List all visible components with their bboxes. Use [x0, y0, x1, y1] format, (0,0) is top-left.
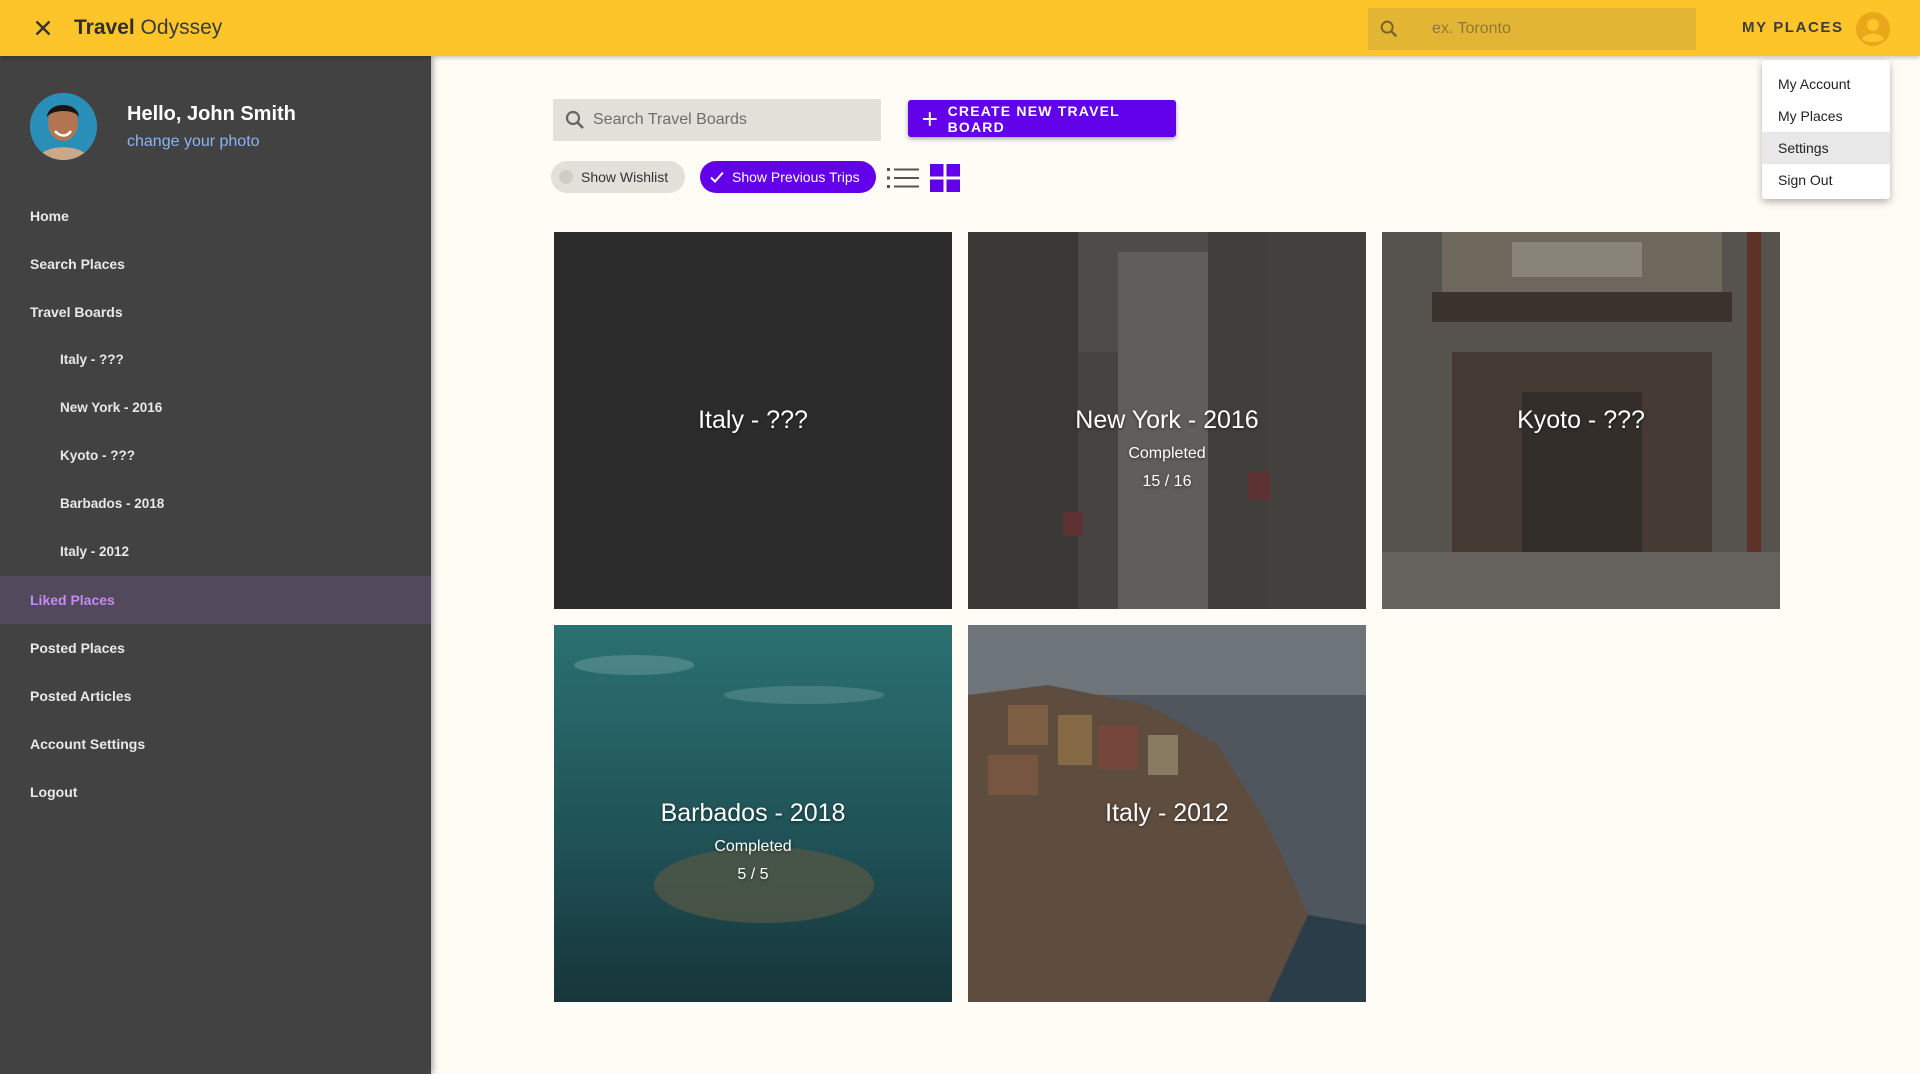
app-title-bold: Travel [74, 16, 135, 39]
sidebar-subitem-italy-2012[interactable]: Italy - 2012 [0, 528, 431, 576]
place-search-input[interactable] [1432, 16, 1682, 42]
travel-board-card[interactable]: Italy - 2012 [968, 625, 1366, 1002]
menu-item-sign-out[interactable]: Sign Out [1762, 164, 1890, 196]
sidebar-subitem-new-york-2016[interactable]: New York - 2016 [0, 384, 431, 432]
list-view-icon[interactable] [887, 164, 919, 192]
create-travel-board-button[interactable]: CREATE NEW TRAVEL BOARD [908, 100, 1176, 137]
show-previous-trips-chip[interactable]: Show Previous Trips [700, 161, 876, 193]
sidebar-subitem-barbados-2018[interactable]: Barbados - 2018 [0, 480, 431, 528]
user-greeting: Hello, John Smith [127, 103, 296, 125]
show-wishlist-chip[interactable]: Show Wishlist [551, 161, 685, 193]
show-previous-trips-label: Show Previous Trips [732, 169, 860, 185]
chip-unchecked-icon [559, 170, 573, 184]
menu-item-my-places[interactable]: My Places [1762, 100, 1890, 132]
sidebar-item-logout[interactable]: Logout [0, 768, 431, 816]
sidebar-item-travel-boards[interactable]: Travel Boards [0, 288, 431, 336]
sidebar-nav: Home Search Places Travel Boards Italy -… [0, 192, 431, 816]
card-title: Italy - 2012 [1105, 799, 1229, 827]
close-icon[interactable] [30, 15, 56, 41]
card-title: New York - 2016 [1075, 406, 1259, 434]
app-title-rest: Odyssey [134, 16, 223, 39]
card-text: Italy - ??? [554, 232, 952, 609]
sidebar-item-account-settings[interactable]: Account Settings [0, 720, 431, 768]
app-title: Travel Odyssey [74, 16, 222, 40]
card-status: Completed [714, 838, 792, 855]
travel-board-card[interactable]: Italy - ??? [554, 232, 952, 609]
card-title: Italy - ??? [698, 406, 808, 434]
search-icon [565, 110, 584, 129]
sidebar-item-posted-places[interactable]: Posted Places [0, 624, 431, 672]
travel-board-card[interactable]: Barbados - 2018 Completed 5 / 5 [554, 625, 952, 1002]
grid-view-icon[interactable] [930, 164, 960, 192]
check-icon [710, 171, 724, 183]
profile-photo [30, 93, 97, 160]
main-content: CREATE NEW TRAVEL BOARD Show Wishlist Sh… [431, 56, 1920, 1074]
show-wishlist-label: Show Wishlist [581, 169, 669, 185]
travel-board-card[interactable]: Kyoto - ??? [1382, 232, 1780, 609]
menu-item-settings[interactable]: Settings [1762, 132, 1890, 164]
plus-icon [922, 111, 937, 126]
account-circle-icon[interactable] [1855, 11, 1891, 47]
travel-board-card[interactable]: New York - 2016 Completed 15 / 16 [968, 232, 1366, 609]
card-text: Italy - 2012 [968, 625, 1366, 1002]
account-dropdown-menu: My Account My Places Settings Sign Out [1762, 60, 1890, 199]
menu-item-my-account[interactable]: My Account [1762, 68, 1890, 100]
change-photo-link[interactable]: change your photo [127, 133, 260, 151]
create-button-label: CREATE NEW TRAVEL BOARD [947, 102, 1120, 135]
sidebar-item-home[interactable]: Home [0, 192, 431, 240]
card-text: Kyoto - ??? [1382, 232, 1780, 609]
card-title: Barbados - 2018 [660, 799, 846, 827]
sidebar-item-search-places[interactable]: Search Places [0, 240, 431, 288]
sidebar-item-posted-articles[interactable]: Posted Articles [0, 672, 431, 720]
card-text: New York - 2016 Completed 15 / 16 [968, 232, 1366, 609]
sidebar: Hello, John Smith change your photo Home… [0, 56, 431, 1074]
card-text: Barbados - 2018 Completed 5 / 5 [554, 625, 952, 1002]
top-app-bar: Travel Odyssey MY PLACES [0, 0, 1920, 56]
search-icon [1380, 20, 1398, 38]
card-progress-count: 5 / 5 [737, 866, 769, 883]
board-search-box [553, 99, 881, 141]
sidebar-subitem-italy-unknown[interactable]: Italy - ??? [0, 336, 431, 384]
card-title: Kyoto - ??? [1517, 406, 1645, 434]
sidebar-item-liked-places[interactable]: Liked Places [0, 576, 431, 624]
person-avatar-icon [30, 93, 97, 160]
sidebar-subitem-kyoto-unknown[interactable]: Kyoto - ??? [0, 432, 431, 480]
card-status: Completed [1128, 445, 1206, 462]
place-search-box [1368, 8, 1696, 50]
board-search-input[interactable] [593, 107, 863, 133]
my-places-link[interactable]: MY PLACES [1742, 19, 1844, 36]
card-progress-count: 15 / 16 [1142, 473, 1192, 490]
